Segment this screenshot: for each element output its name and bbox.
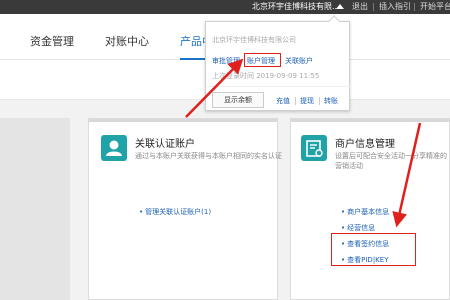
divider	[295, 97, 296, 105]
divider	[414, 3, 415, 11]
transfer-link[interactable]: 转账	[324, 96, 338, 106]
side-panel	[0, 118, 70, 300]
annotation-highlight-box	[244, 53, 281, 67]
related-accounts-card: 关联认证账户 通过与本账户关联获得与本账户相同的实名认证 管理关联认证账户(1)	[88, 118, 282, 300]
logout-link[interactable]: 退出	[352, 1, 368, 12]
caret-up-icon[interactable]	[336, 4, 344, 9]
show-balance-button[interactable]: 显示余额	[212, 92, 264, 108]
top-bar: 北京环宇佳博科技有限... 退出 插入指引 开始平台	[0, 0, 450, 14]
divider	[206, 86, 351, 87]
nav-funds[interactable]: 资金管理	[30, 33, 74, 49]
merchant-info-card: 商户信息管理 设置后可配合安全活动一分享精准的营销活动 商户基本信息 经营信息 …	[290, 118, 450, 300]
card-title: 商户信息管理	[335, 139, 395, 150]
card-description: 通过与本账户关联获得与本账户相同的实名认证	[135, 152, 282, 160]
merchant-basic-info-link[interactable]: 商户基本信息	[341, 207, 389, 217]
card-top-border	[89, 119, 277, 122]
company-name-menu[interactable]: 北京环宇佳博科技有限...	[252, 1, 340, 12]
dropdown-company-name: 北京环宇佳博科技有限公司	[212, 36, 296, 44]
open-platform-link[interactable]: 开始平台	[420, 1, 450, 12]
card-title: 关联认证账户	[135, 139, 195, 150]
manage-related-accounts-link[interactable]: 管理关联认证账户(1)	[139, 207, 211, 217]
withdraw-link[interactable]: 提现	[300, 96, 314, 106]
nav-reconciliation[interactable]: 对账中心	[105, 33, 149, 49]
card-description: 设置后可配合安全活动一分享精准的营销活动	[335, 152, 447, 170]
user-icon	[101, 135, 127, 161]
account-dropdown: 北京环宇佳博科技有限公司 审批管理 账户管理 关联账户 上次登录时间 2019-…	[205, 15, 351, 111]
annotation-highlight-box	[331, 233, 416, 266]
divider	[373, 3, 374, 11]
linked-accounts-link[interactable]: 关联账户	[285, 56, 313, 66]
recharge-link[interactable]: 充值	[276, 96, 290, 106]
business-info-link[interactable]: 经营信息	[341, 223, 375, 233]
document-settings-icon	[301, 135, 327, 161]
card-top-border	[291, 119, 449, 122]
divider	[319, 97, 320, 105]
guide-link[interactable]: 插入指引	[379, 1, 411, 12]
last-login-time: 上次登录时间 2019-09-09 11:55	[212, 72, 320, 80]
approval-management-link[interactable]: 审批管理	[212, 56, 240, 66]
